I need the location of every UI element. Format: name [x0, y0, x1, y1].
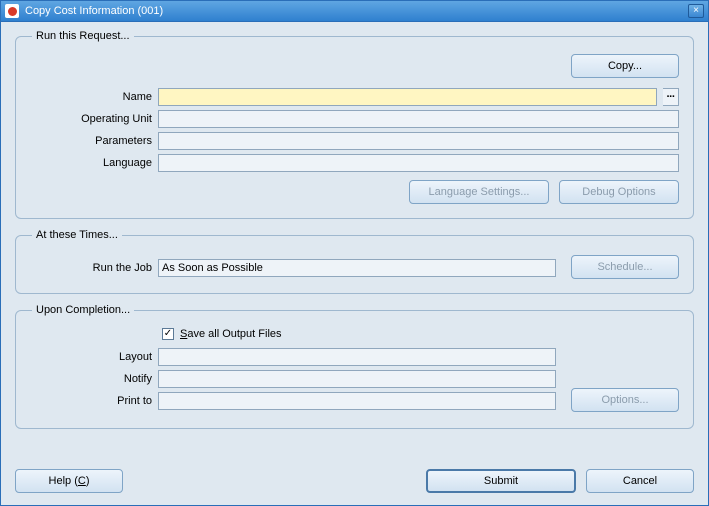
- run-the-job-label: Run the Job: [30, 262, 152, 274]
- notify-input[interactable]: [162, 371, 552, 387]
- language-input[interactable]: [162, 155, 675, 171]
- name-lov-icon[interactable]: ···: [663, 88, 679, 106]
- schedule-button[interactable]: Schedule...: [571, 255, 679, 279]
- group-run-this-request: Run this Request... Copy... Name ··· Ope…: [15, 30, 694, 219]
- help-button[interactable]: Help (C): [15, 469, 123, 493]
- operating-unit-input[interactable]: [162, 111, 675, 127]
- group-at-these-times-legend: At these Times...: [32, 229, 122, 241]
- notify-label: Notify: [30, 373, 152, 385]
- group-upon-completion: Upon Completion... Save all Output Files…: [15, 304, 694, 429]
- print-to-field[interactable]: [158, 392, 556, 410]
- cancel-button[interactable]: Cancel: [586, 469, 694, 493]
- layout-field[interactable]: [158, 348, 556, 366]
- group-upon-completion-legend: Upon Completion...: [32, 304, 134, 316]
- name-input[interactable]: [162, 89, 653, 105]
- operating-unit-label: Operating Unit: [30, 113, 152, 125]
- title-bar: Copy Cost Information (001) ×: [0, 0, 709, 22]
- parameters-field[interactable]: [158, 132, 679, 150]
- close-icon[interactable]: ×: [688, 4, 704, 18]
- submit-button[interactable]: Submit: [426, 469, 576, 493]
- dialog-body: Run this Request... Copy... Name ··· Ope…: [0, 22, 709, 506]
- parameters-label: Parameters: [30, 135, 152, 147]
- save-all-output-checkbox[interactable]: [162, 328, 174, 340]
- copy-button[interactable]: Copy...: [571, 54, 679, 78]
- layout-input[interactable]: [162, 349, 552, 365]
- language-settings-button[interactable]: Language Settings...: [409, 180, 549, 204]
- language-field[interactable]: [158, 154, 679, 172]
- group-run-this-request-legend: Run this Request...: [32, 30, 134, 42]
- save-all-output-label: Save all Output Files: [180, 328, 282, 340]
- parameters-input[interactable]: [162, 133, 675, 149]
- run-the-job-value: As Soon as Possible: [162, 262, 263, 274]
- name-field[interactable]: [158, 88, 657, 106]
- operating-unit-field[interactable]: [158, 110, 679, 128]
- notify-field[interactable]: [158, 370, 556, 388]
- options-button[interactable]: Options...: [571, 388, 679, 412]
- footer-buttons: Help (C) Submit Cancel: [15, 469, 694, 493]
- print-to-label: Print to: [30, 395, 152, 407]
- name-label: Name: [30, 91, 152, 103]
- window-title: Copy Cost Information (001): [25, 5, 688, 17]
- language-label: Language: [30, 157, 152, 169]
- print-to-input[interactable]: [162, 393, 552, 409]
- group-at-these-times: At these Times... Run the Job As Soon as…: [15, 229, 694, 294]
- layout-label: Layout: [30, 351, 152, 363]
- app-logo: [5, 4, 19, 18]
- run-the-job-field[interactable]: As Soon as Possible: [158, 259, 556, 277]
- debug-options-button[interactable]: Debug Options: [559, 180, 679, 204]
